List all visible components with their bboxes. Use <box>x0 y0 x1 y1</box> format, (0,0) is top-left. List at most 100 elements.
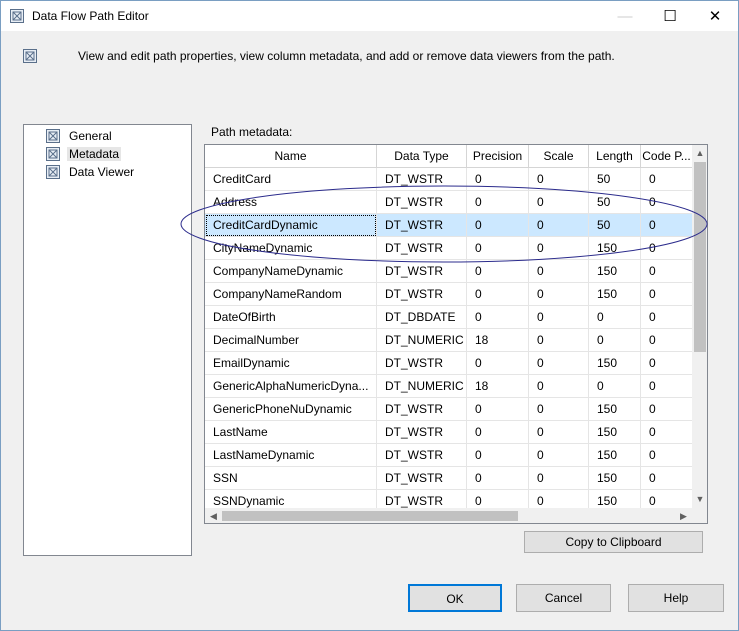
cell-name: CreditCard <box>205 168 377 191</box>
cell-scale: 0 <box>529 260 589 283</box>
cancel-button[interactable]: Cancel <box>516 584 611 612</box>
cell-code-page: 0 <box>649 471 656 485</box>
cell-scale: 0 <box>529 490 589 508</box>
cell-code-page: 0 <box>649 241 656 255</box>
cell-length: 150 <box>589 421 641 444</box>
cell-code-page: 0 <box>649 287 656 301</box>
scrollbar-corner <box>692 508 707 523</box>
cell-code-page: 0 <box>649 264 656 278</box>
cell-name: SSNDynamic <box>205 490 377 508</box>
cell-name: LastName <box>205 421 377 444</box>
cell-name: CompanyNameRandom <box>205 283 377 306</box>
table-row[interactable]: Address DT_WSTR 0 0 50 0 <box>205 191 692 214</box>
navigation-tree: General Metadata Data Viewer <box>23 124 192 556</box>
tree-item-label: Data Viewer <box>69 165 135 179</box>
cell-length: 150 <box>589 237 641 260</box>
cell-precision: 18 <box>467 329 529 352</box>
cell-scale: 0 <box>529 375 589 398</box>
cell-scale: 0 <box>529 467 589 490</box>
vertical-scroll-thumb[interactable] <box>694 162 706 352</box>
cell-name: CreditCardDynamic <box>205 214 377 237</box>
metadata-grid[interactable]: Name Data Type Precision Scale Length Co… <box>204 144 708 524</box>
cell-precision: 0 <box>467 283 529 306</box>
table-row[interactable]: DecimalNumber DT_NUMERIC 18 0 0 0 <box>205 329 692 352</box>
horizontal-scrollbar[interactable]: ◀ ▶ <box>205 508 692 523</box>
column-header-data-type[interactable]: Data Type <box>377 145 467 168</box>
horizontal-scroll-thumb[interactable] <box>222 511 518 521</box>
column-header-name[interactable]: Name <box>205 145 377 168</box>
cell-data-type: DT_WSTR <box>377 168 467 191</box>
table-row[interactable]: CompanyNameDynamic DT_WSTR 0 0 150 0 <box>205 260 692 283</box>
scroll-up-icon[interactable]: ▲ <box>692 145 707 162</box>
cell-code-page: 0 <box>649 448 656 462</box>
table-row[interactable]: CityNameDynamic DT_WSTR 0 0 150 0 <box>205 237 692 260</box>
tree-item-data-viewer[interactable]: Data Viewer <box>46 164 136 180</box>
cell-code-page: 0 <box>649 356 656 370</box>
cell-precision: 0 <box>467 398 529 421</box>
copy-to-clipboard-button[interactable]: Copy to Clipboard <box>524 531 703 553</box>
scroll-down-icon[interactable]: ▼ <box>692 491 707 508</box>
cell-data-type: DT_WSTR <box>377 191 467 214</box>
maximize-button[interactable]: ☐ <box>647 1 693 31</box>
cell-scale: 0 <box>529 398 589 421</box>
cell-name: GenericPhoneNuDynamic <box>205 398 377 421</box>
cell-code-page: 0 <box>649 402 656 416</box>
table-row[interactable]: GenericAlphaNumericDyna... DT_NUMERIC 18 0 0… <box>205 375 692 398</box>
table-row[interactable]: SSN DT_WSTR 0 0 150 0 <box>205 467 692 490</box>
table-row[interactable]: LastName DT_WSTR 0 0 150 0 <box>205 421 692 444</box>
cell-scale: 0 <box>529 168 589 191</box>
minimize-button[interactable]: — <box>602 1 648 31</box>
cell-precision: 0 <box>467 421 529 444</box>
cell-data-type: DT_WSTR <box>377 352 467 375</box>
cell-precision: 0 <box>467 467 529 490</box>
cell-scale: 0 <box>529 283 589 306</box>
table-row[interactable]: SSNDynamic DT_WSTR 0 0 150 0 <box>205 490 692 508</box>
cell-code-page: 0 <box>649 333 656 347</box>
cell-length: 150 <box>589 352 641 375</box>
table-row[interactable]: EmailDynamic DT_WSTR 0 0 150 0 <box>205 352 692 375</box>
cell-precision: 0 <box>467 260 529 283</box>
cell-name: DecimalNumber <box>205 329 377 352</box>
table-row[interactable]: GenericPhoneNuDynamic DT_WSTR 0 0 150 0 <box>205 398 692 421</box>
cell-precision: 0 <box>467 352 529 375</box>
scroll-left-icon[interactable]: ◀ <box>205 508 222 523</box>
cell-name: SSN <box>205 467 377 490</box>
column-header-length[interactable]: Length <box>589 145 641 168</box>
table-row[interactable]: DateOfBirth DT_DBDATE 0 0 0 0 <box>205 306 692 329</box>
cell-scale: 0 <box>529 329 589 352</box>
scroll-right-icon[interactable]: ▶ <box>675 508 692 523</box>
cell-length: 150 <box>589 260 641 283</box>
table-row[interactable]: LastNameDynamic DT_WSTR 0 0 150 0 <box>205 444 692 467</box>
column-header-code-page[interactable]: Code P... <box>641 145 692 168</box>
table-row[interactable]: CompanyNameRandom DT_WSTR 0 0 150 0 <box>205 283 692 306</box>
cell-data-type: DT_WSTR <box>377 260 467 283</box>
cell-data-type: DT_WSTR <box>377 214 467 237</box>
cell-name: Address <box>205 191 377 214</box>
cell-name: DateOfBirth <box>205 306 377 329</box>
cell-length: 50 <box>589 214 641 237</box>
table-row[interactable]: CreditCardDynamic DT_WSTR 0 0 50 0 <box>205 214 692 237</box>
cell-data-type: DT_DBDATE <box>377 306 467 329</box>
column-header-scale[interactable]: Scale <box>529 145 589 168</box>
cell-name: LastNameDynamic <box>205 444 377 467</box>
close-button[interactable]: ✕ <box>692 1 738 31</box>
table-row[interactable]: CreditCard DT_WSTR 0 0 50 0 <box>205 168 692 191</box>
cell-precision: 0 <box>467 306 529 329</box>
cell-scale: 0 <box>529 237 589 260</box>
title-bar: Data Flow Path Editor — ☐ ✕ <box>1 1 738 31</box>
tree-item-general[interactable]: General <box>46 128 114 144</box>
cell-code-page: 0 <box>649 310 656 324</box>
property-page-icon <box>46 165 60 179</box>
help-button[interactable]: Help <box>628 584 724 612</box>
cell-scale: 0 <box>529 306 589 329</box>
property-page-icon <box>46 129 60 143</box>
vertical-scrollbar[interactable]: ▲ ▼ <box>692 145 707 508</box>
cell-length: 150 <box>589 490 641 508</box>
cell-data-type: DT_NUMERIC <box>377 329 467 352</box>
cell-precision: 0 <box>467 214 529 237</box>
column-header-precision[interactable]: Precision <box>467 145 529 168</box>
tree-item-metadata[interactable]: Metadata <box>46 146 122 162</box>
ok-button[interactable]: OK <box>408 584 502 612</box>
cell-length: 150 <box>589 467 641 490</box>
dialog-window: Data Flow Path Editor — ☐ ✕ View and edi… <box>0 0 739 631</box>
